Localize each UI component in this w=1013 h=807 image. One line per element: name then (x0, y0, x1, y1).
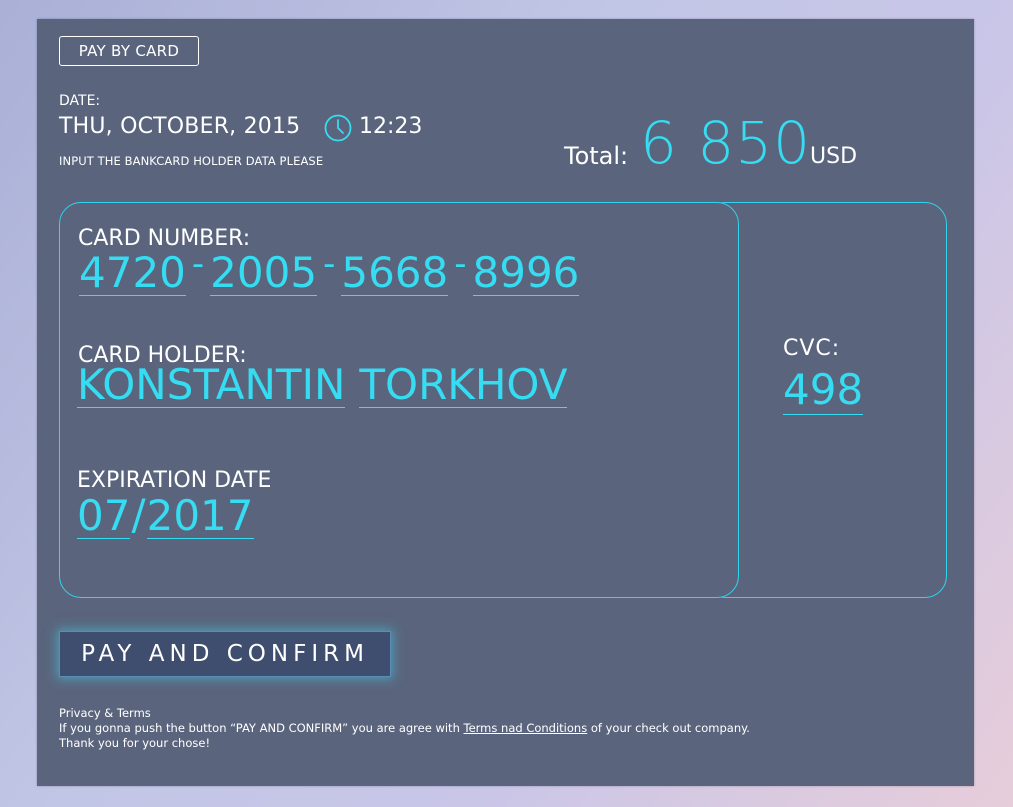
time-value: 12:23 (359, 114, 423, 139)
card-number-separator: - (323, 244, 336, 285)
total-currency: USD (810, 144, 858, 169)
card-number-field: 4720 - 2005 - 5668 - 8996 (79, 244, 580, 297)
card-number-group-1[interactable]: 4720 (79, 250, 186, 297)
cvc-input[interactable]: 498 (783, 365, 864, 415)
clock-icon (324, 114, 352, 142)
cvc-label: CVC: (783, 336, 841, 361)
instruction-text: INPUT THE BANKCARD HOLDER DATA PLEASE (59, 154, 324, 168)
cvc-field: 498 (783, 365, 864, 415)
total-label: Total: (564, 142, 629, 170)
terms-suffix: of your check out company. (587, 721, 750, 735)
card-front: CARD NUMBER: 4720 - 2005 - 5668 - 8996 C… (59, 202, 739, 598)
card-number-group-4[interactable]: 8996 (472, 250, 580, 297)
privacy-terms-heading: Privacy & Terms (59, 706, 151, 720)
terms-notice: If you gonna push the button “PAY AND CO… (59, 721, 750, 735)
card-number-separator: - (454, 244, 467, 285)
thanks-text: Thank you for your chose! (59, 736, 211, 750)
expiration-date-field: 07 / 2017 (77, 490, 254, 539)
date-value: THU, OCTOBER, 2015 (59, 114, 301, 139)
expiry-year-input[interactable]: 2017 (146, 493, 254, 539)
expiry-slash: / (131, 490, 146, 539)
pay-by-card-button[interactable]: PAY BY CARD (59, 36, 199, 66)
date-label: DATE: (59, 93, 101, 109)
expiry-month-input[interactable]: 07 (77, 493, 131, 539)
pay-and-confirm-button[interactable]: PAY AND CONFIRM (59, 631, 391, 677)
card-number-group-2[interactable]: 2005 (210, 250, 318, 297)
terms-prefix: If you gonna push the button “PAY AND CO… (59, 721, 464, 735)
card-number-separator: - (191, 244, 205, 285)
holder-first-name-input[interactable]: KONSTANTIN (77, 362, 346, 409)
card-number-group-3[interactable]: 5668 (341, 250, 449, 297)
holder-last-name-input[interactable]: TORKHOV (359, 362, 568, 409)
terms-link[interactable]: Terms nad Conditions (464, 721, 588, 735)
payment-panel: PAY BY CARD DATE: THU, OCTOBER, 2015 12:… (37, 19, 974, 786)
card-holder-field: KONSTANTIN TORKHOV (77, 362, 568, 409)
total-amount: 6 850 (640, 109, 812, 177)
